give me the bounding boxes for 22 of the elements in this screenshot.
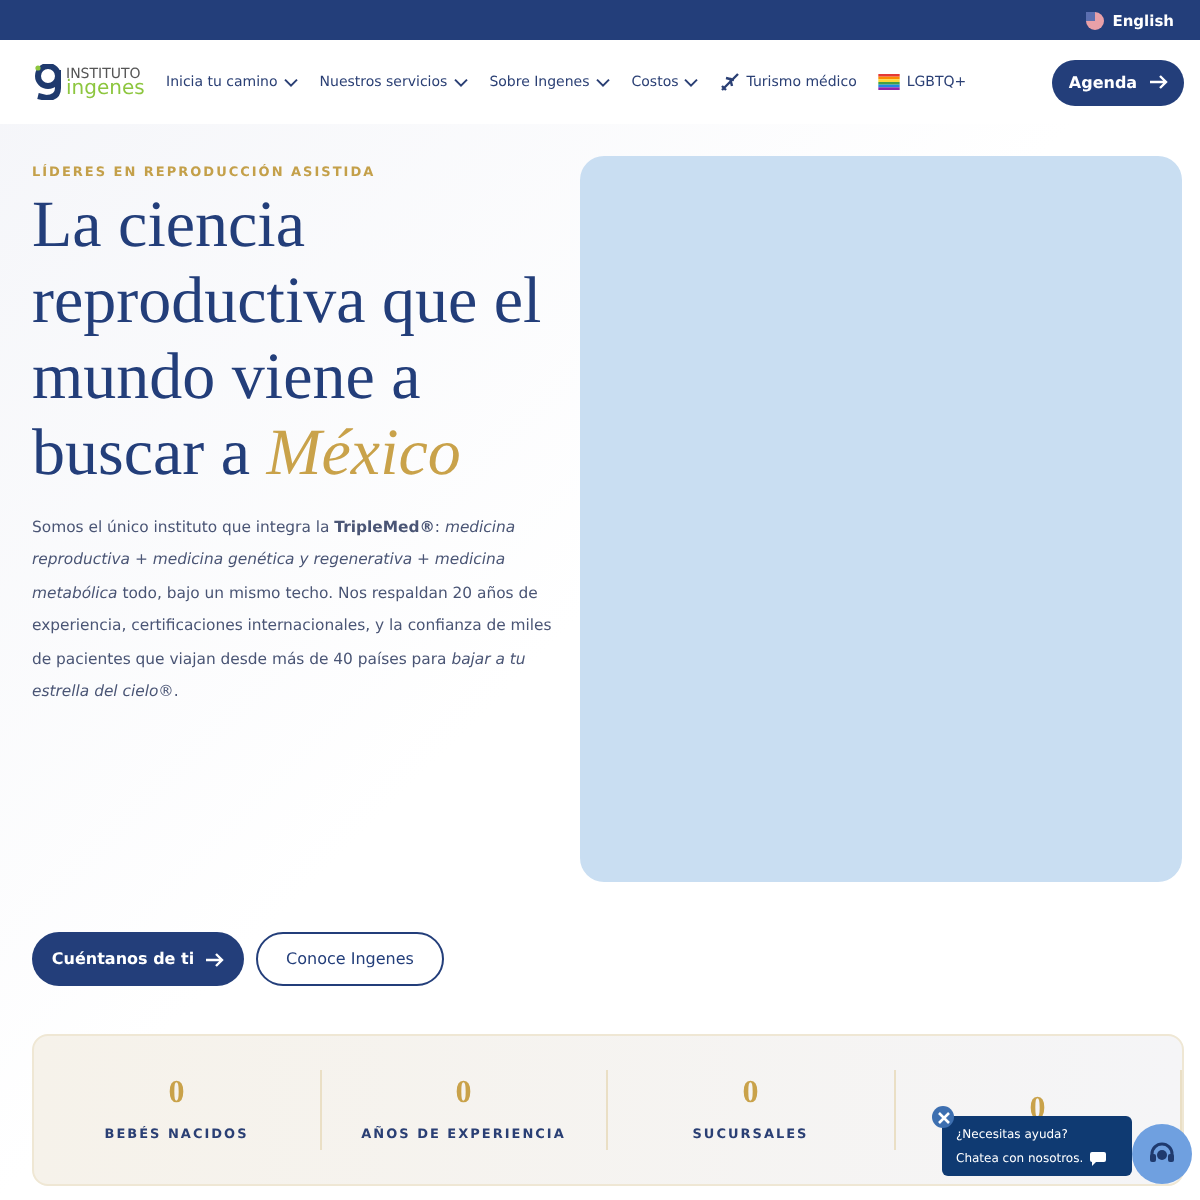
chat-button[interactable] [1132,1124,1192,1184]
arrow-right-icon [1149,74,1168,90]
secondary-button[interactable]: Conoce Ingenes [256,932,444,986]
stat-value: 0 [168,1078,185,1110]
chevron-down-icon [283,77,298,87]
arrow-right-icon [206,951,225,967]
stat-value: 0 [455,1078,472,1110]
stat-value: 0 [742,1078,759,1110]
headset-icon [1148,1142,1176,1166]
close-button[interactable] [932,1106,954,1128]
logo-wordmark: ingenes [66,82,145,98]
agenda-button[interactable]: Agenda [1052,59,1184,105]
plane-icon [720,72,741,92]
hero-heading: La ciencia reproductiva que el mundo viene a buscar a México [32,188,544,492]
chevron-down-icon [595,77,610,87]
close-icon [937,1111,949,1123]
speech-bubble-icon [1089,1151,1106,1165]
primary-button[interactable]: Cuéntanos de ti [32,932,244,986]
logo-icon [34,64,62,100]
chevron-down-icon [453,77,468,87]
chevron-down-icon [684,77,699,87]
rainbow-flag-icon [878,74,901,90]
